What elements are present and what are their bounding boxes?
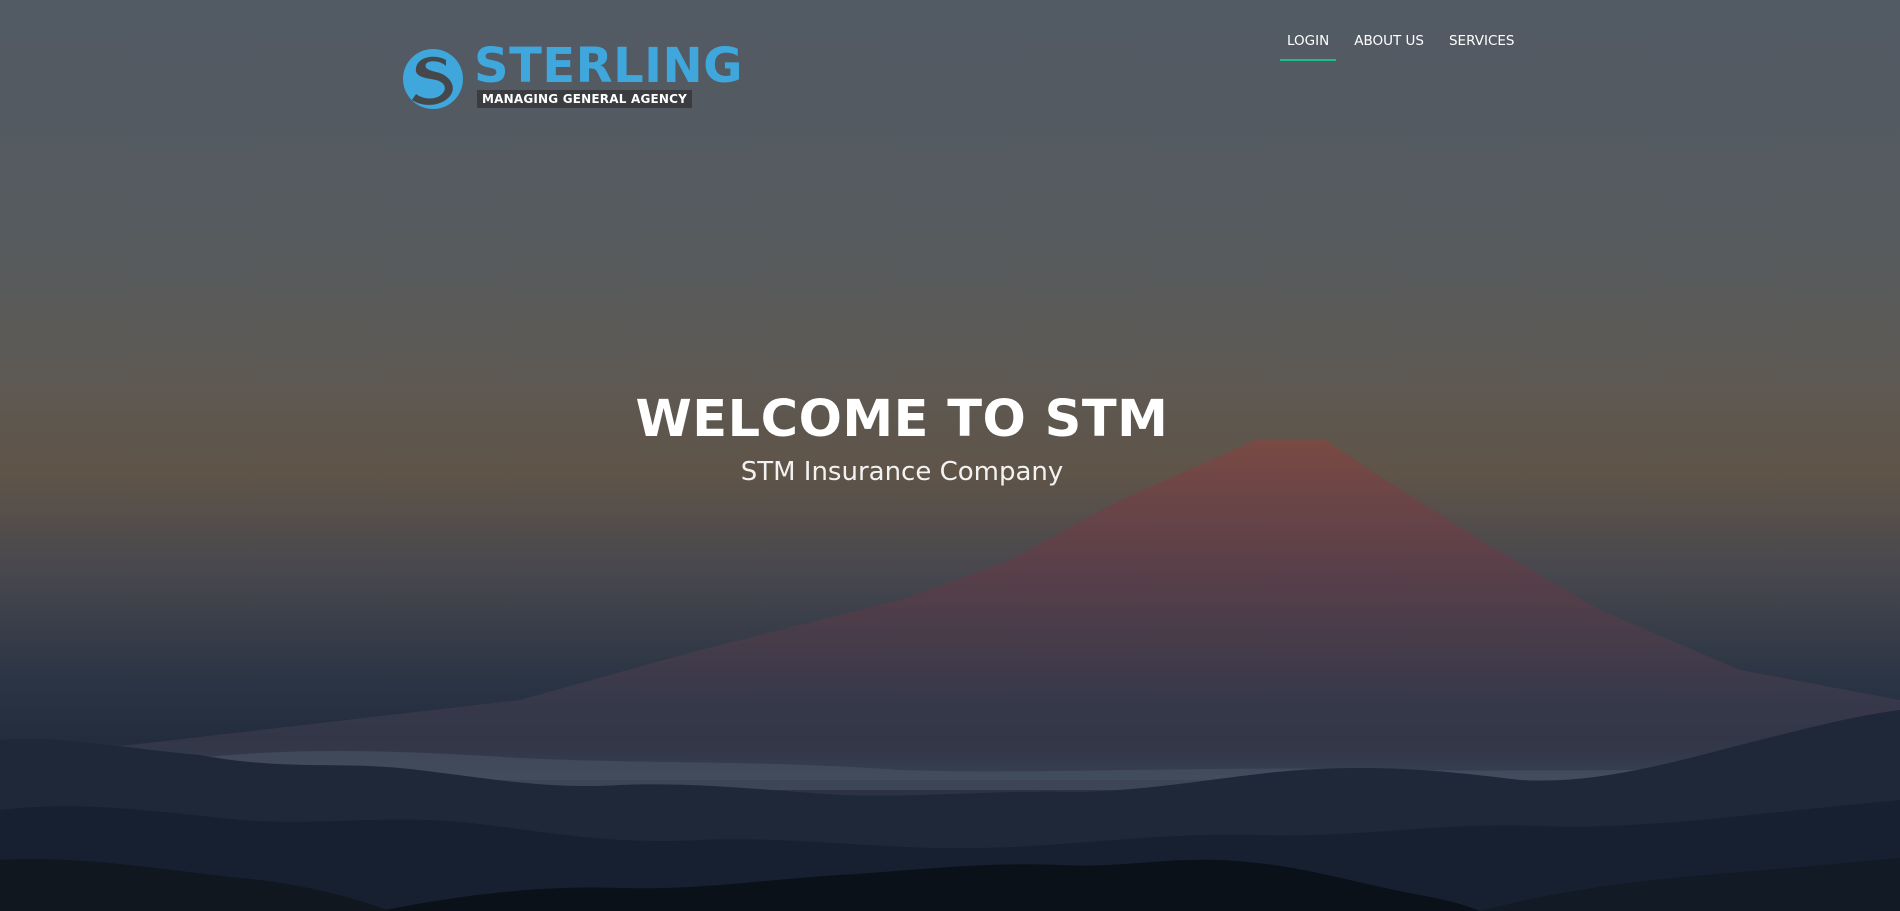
- hero-title: WELCOME TO STM: [635, 390, 1169, 449]
- hero-text: WELCOME TO STM STM Insurance Company: [0, 394, 1900, 485]
- main-nav: LOGIN ABOUT US SERVICES: [1278, 33, 1530, 61]
- hero-subtitle: STM Insurance Company: [740, 457, 1064, 487]
- s-swirl-icon: [403, 49, 463, 109]
- nav-item-about-us[interactable]: ABOUT US: [1345, 33, 1433, 61]
- hero-section: STERLING MANAGING GENERAL AGENCY LOGIN A…: [0, 0, 1900, 911]
- brand-tagline: MANAGING GENERAL AGENCY: [477, 90, 692, 108]
- brand-name: STERLING: [474, 38, 744, 94]
- nav-item-services[interactable]: SERVICES: [1440, 33, 1523, 61]
- brand-logo[interactable]: STERLING MANAGING GENERAL AGENCY: [402, 42, 743, 114]
- nav-item-login[interactable]: LOGIN: [1278, 33, 1338, 61]
